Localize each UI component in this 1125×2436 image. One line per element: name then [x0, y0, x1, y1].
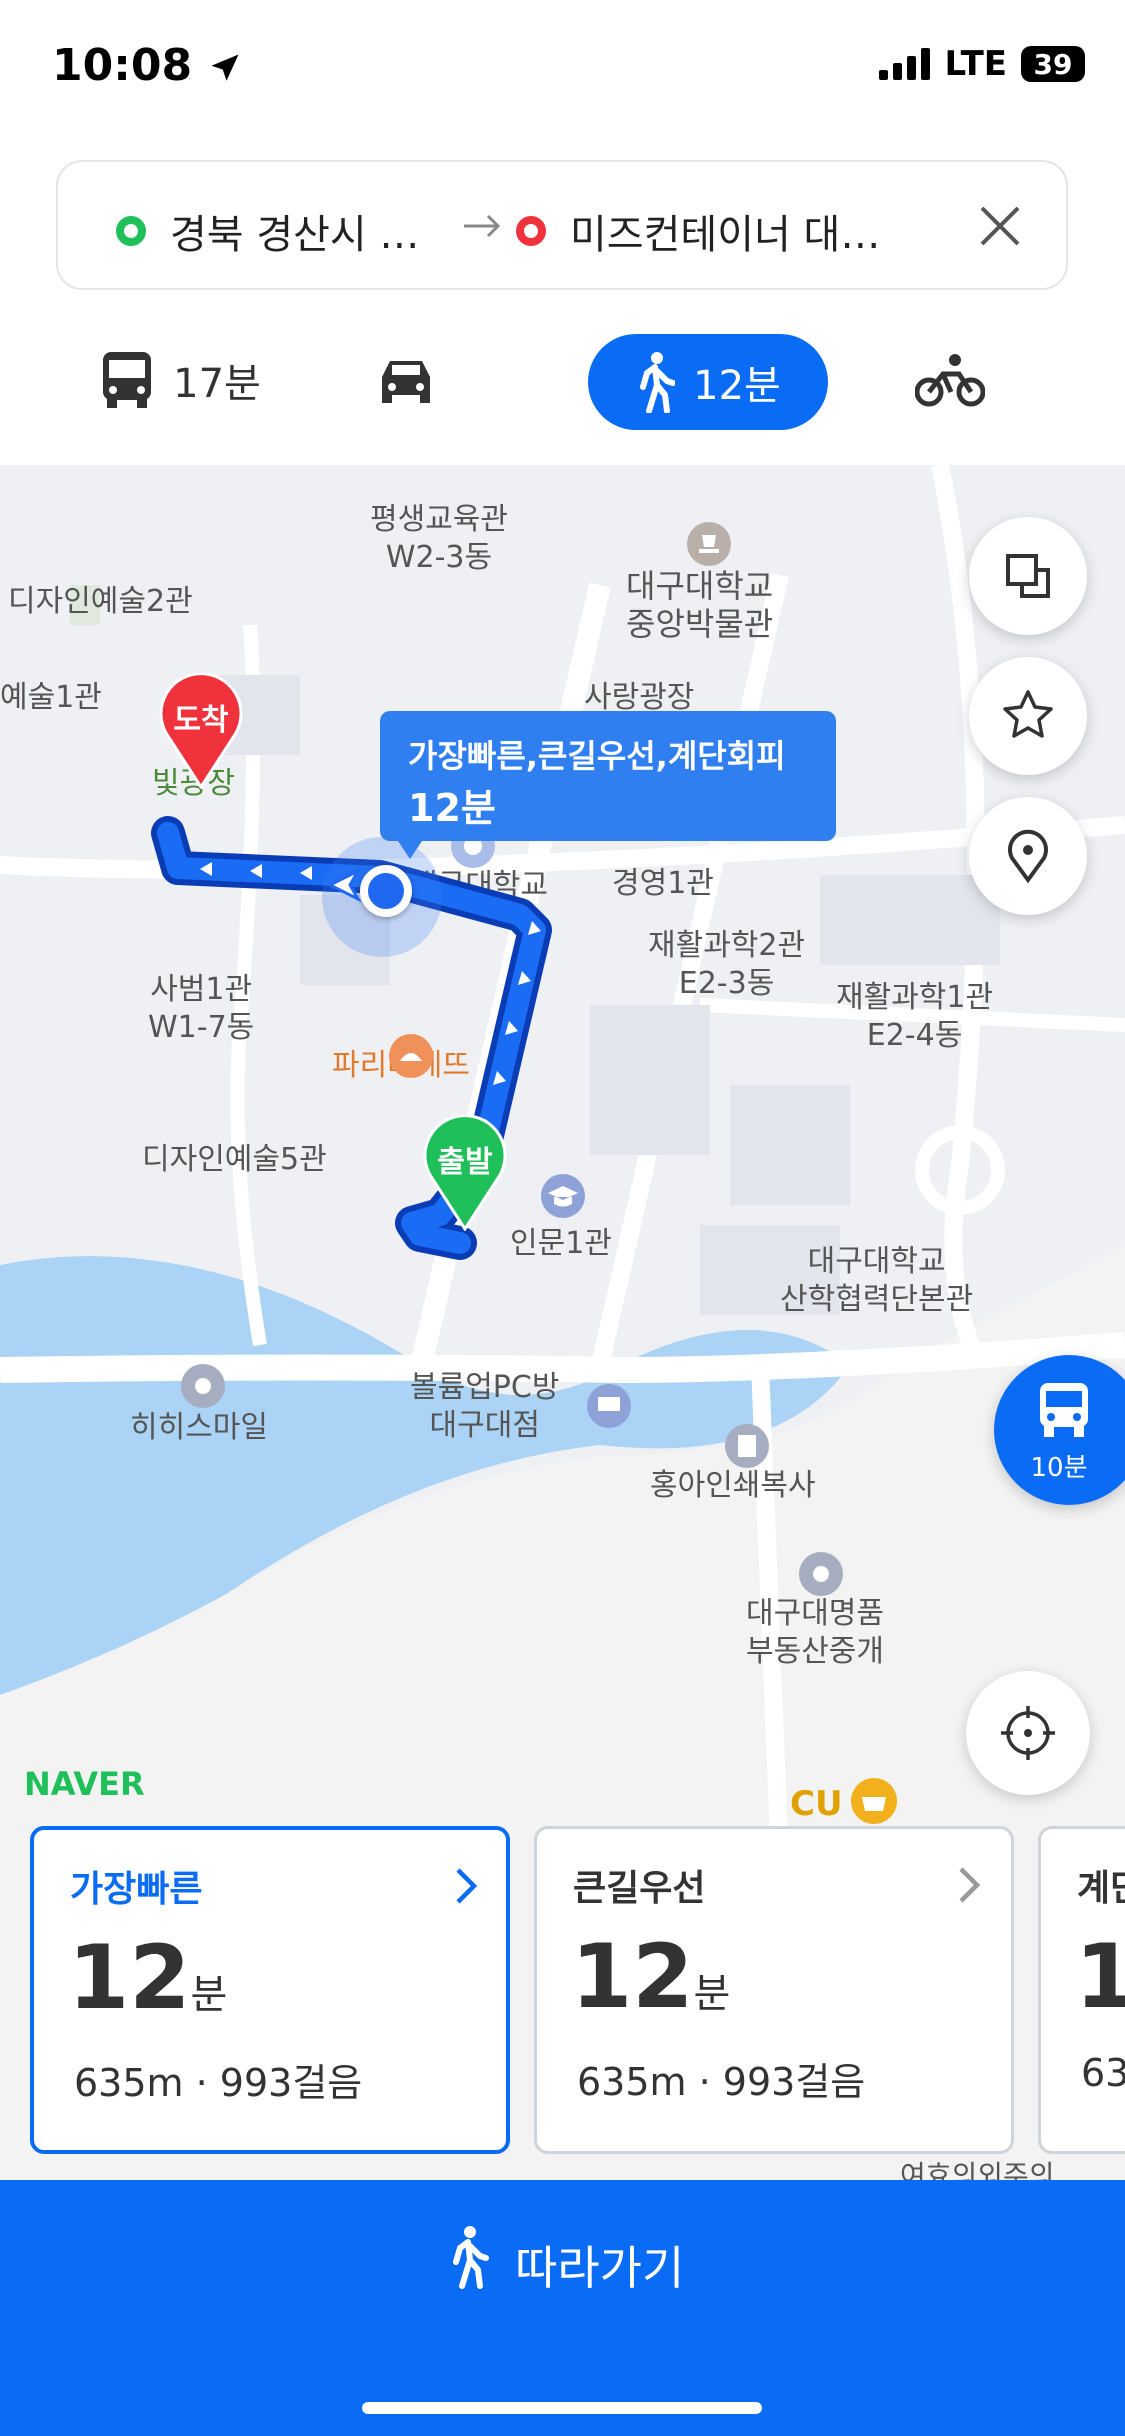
- walk-icon: [453, 2226, 489, 2289]
- destination-field[interactable]: 미즈컨테이너 대…: [570, 202, 880, 260]
- chevron-right-icon: [959, 1867, 981, 1903]
- signal-icon: [878, 48, 930, 80]
- my-location-button[interactable]: [966, 1671, 1090, 1795]
- card-title: 가장빠른: [70, 1869, 203, 1910]
- depart-pin-label: 출발: [437, 1145, 493, 1180]
- card-title: 계단: [1077, 1868, 1125, 1909]
- origin-field[interactable]: 경북 경산시 …: [170, 202, 419, 260]
- tooltip-time: 12분: [408, 786, 496, 830]
- walk-time: 12분: [693, 363, 781, 409]
- route-tooltip[interactable]: 가장빠른,큰길우선,계단회피 12분: [380, 711, 836, 859]
- card-distance: 635m · 993걸음: [577, 2060, 866, 2104]
- network-type: LTE: [944, 44, 1007, 84]
- arrive-pin-label: 도착: [173, 703, 229, 738]
- follow-button[interactable]: 따라가기: [0, 2180, 1125, 2436]
- crosshair-icon: [1001, 1706, 1055, 1760]
- walk-icon: [640, 352, 676, 413]
- layers-button[interactable]: [969, 517, 1087, 635]
- destination-dot-icon: [516, 216, 546, 246]
- bike-icon: [915, 354, 985, 407]
- tooltip-options: 가장빠른,큰길우선,계단회피: [408, 737, 786, 775]
- location-arrow-icon: [211, 54, 239, 81]
- place-pin-button[interactable]: [969, 797, 1087, 915]
- bus-icon: [103, 352, 152, 408]
- status-time: 10:08: [52, 40, 243, 91]
- tab-bus[interactable]: 17분: [80, 330, 280, 430]
- arrive-pin[interactable]: 도착: [158, 672, 244, 793]
- heading-arrow-icon: [326, 867, 362, 903]
- tab-bike[interactable]: [910, 330, 990, 430]
- map-pin-icon: [1008, 829, 1048, 884]
- current-location-dot: [360, 865, 412, 917]
- tab-car[interactable]: [366, 330, 446, 430]
- favorite-button[interactable]: [969, 657, 1087, 775]
- card-time: 12분: [68, 1926, 228, 2029]
- route-card-fastest[interactable]: 가장빠른 12분 635m · 993걸음: [30, 1826, 510, 2154]
- layers-icon: [1006, 554, 1050, 598]
- home-indicator: [362, 2402, 762, 2414]
- star-icon: [1003, 690, 1053, 738]
- transit-fab[interactable]: 10분: [994, 1355, 1125, 1505]
- tab-walk[interactable]: 12분: [588, 334, 828, 430]
- card-distance: 635m · 993걸음: [74, 2061, 363, 2105]
- status-indicators: LTE 39: [878, 44, 1085, 84]
- route-search-bar[interactable]: 경북 경산시 … 미즈컨테이너 대…: [56, 160, 1068, 290]
- close-icon[interactable]: [976, 202, 1024, 250]
- chevron-right-icon: [456, 1868, 478, 1904]
- origin-dot-icon: [116, 216, 146, 246]
- bus-icon: [1040, 1383, 1088, 1437]
- card-time: 12분: [571, 1925, 731, 2028]
- car-icon: [382, 361, 430, 403]
- card-distance: 63: [1081, 2051, 1125, 2095]
- battery-icon: 39: [1021, 46, 1085, 82]
- transit-fab-time: 10분: [1030, 1453, 1088, 1483]
- card-title: 큰길우선: [573, 1868, 706, 1909]
- bus-time: 17분: [173, 361, 261, 407]
- arrow-right-icon: [464, 214, 501, 238]
- card-time: 1: [1075, 1925, 1125, 2028]
- depart-pin[interactable]: 출발: [422, 1114, 508, 1235]
- route-card-main-road[interactable]: 큰길우선 12분 635m · 993걸음: [534, 1826, 1014, 2154]
- follow-label: 따라가기: [515, 2241, 685, 2295]
- route-card-stairs[interactable]: 계단 1 63: [1038, 1826, 1125, 2154]
